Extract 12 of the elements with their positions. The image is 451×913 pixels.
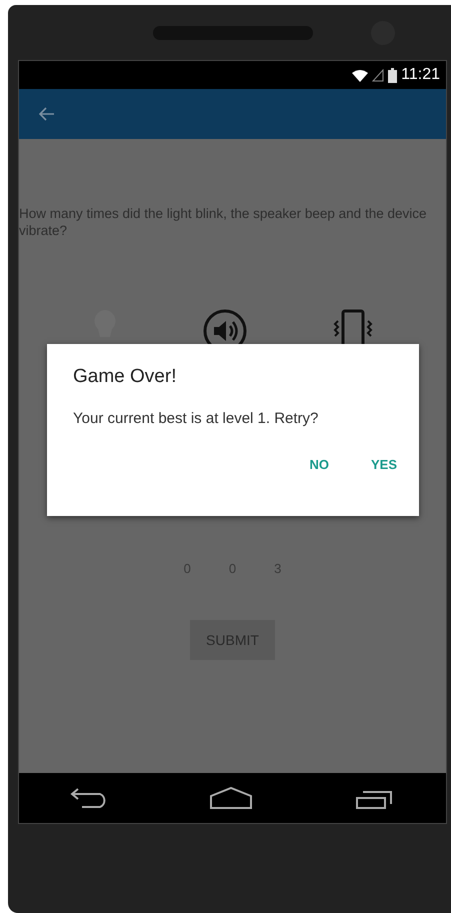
question-text: How many times did the light blink, the speaker beep and the device vibrate? <box>19 205 428 239</box>
signal-icon <box>372 68 384 82</box>
back-icon[interactable] <box>70 787 108 809</box>
home-icon[interactable] <box>209 786 254 810</box>
status-time: 11:21 <box>401 66 440 84</box>
dialog-message: Your current best is at level 1. Retry? <box>73 410 320 427</box>
dialog-title: Game Over! <box>73 366 178 388</box>
wifi-icon <box>352 68 368 82</box>
back-arrow-icon[interactable] <box>39 107 55 121</box>
dialog-button[interactable]: NO <box>297 449 341 480</box>
battery-icon <box>388 68 398 82</box>
dialog-button[interactable]: YES <box>358 449 409 480</box>
